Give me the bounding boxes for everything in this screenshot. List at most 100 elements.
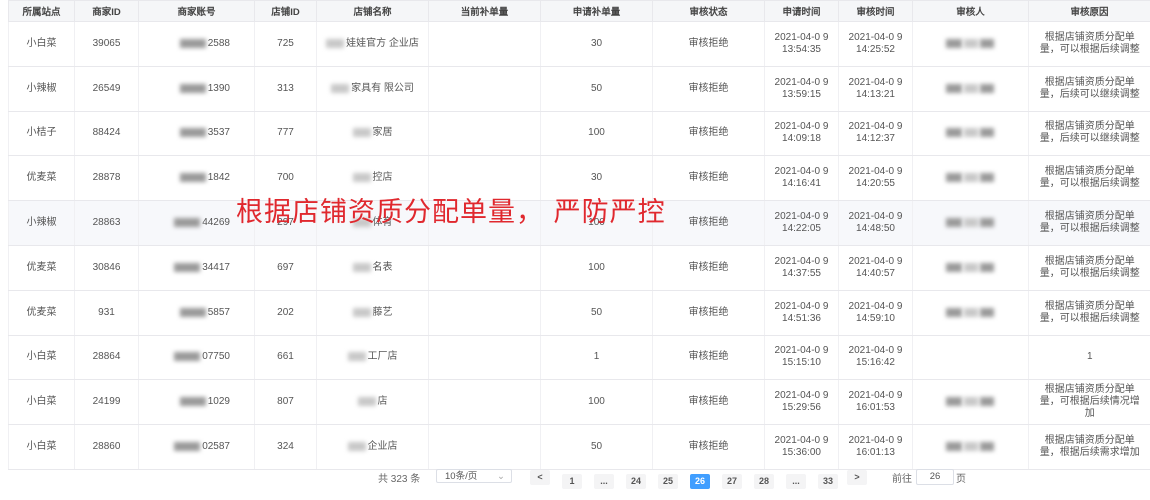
cell-merchant-id: 28864 <box>74 335 139 381</box>
store-name-visible-part: 娃娃官方 企业店 <box>346 37 419 49</box>
pagination: 共 323 条 10条/页 ⌄ < 1... 24 25 26 27 28... 33 > … <box>0 466 1150 489</box>
cell-status: 审核拒绝 <box>652 155 765 202</box>
cell-site: 小辣椒 <box>8 200 75 246</box>
cell-current <box>428 424 541 470</box>
cell-store-id: 324 <box>254 424 317 470</box>
redacted-block <box>979 38 994 48</box>
redacted-block <box>945 441 962 451</box>
cell-status: 审核拒绝 <box>652 424 765 470</box>
cell-current <box>428 66 541 112</box>
cell-merchant-id: 28860 <box>74 424 139 470</box>
cell-review-time: 2021-04-0 9 14:48:50 <box>838 200 913 246</box>
page-button[interactable]: 1 <box>562 474 582 489</box>
cell-status: 审核拒绝 <box>652 66 765 112</box>
cell-current <box>428 335 541 381</box>
cell-site: 小白菜 <box>8 335 75 381</box>
redacted-block <box>352 173 371 183</box>
cell-store-id: 777 <box>254 111 317 157</box>
redacted-block <box>945 173 962 183</box>
cell-reviewer <box>912 66 1029 112</box>
cell-status: 审核拒绝 <box>652 290 765 336</box>
redacted-block <box>963 38 978 48</box>
redacted-block <box>179 307 206 317</box>
account-visible-part: 2588 <box>207 37 230 49</box>
cell-apply-time: 2021-04-0 9 15:15:10 <box>764 335 839 381</box>
redacted-block <box>945 262 962 272</box>
cell-store-id: 807 <box>254 379 317 426</box>
page-button[interactable]: 28 <box>754 474 774 489</box>
goto-page-input[interactable]: 26 <box>916 469 954 485</box>
store-name-visible-part: 店 <box>377 396 388 408</box>
reorder-review-table: 所属站点 商家ID 商家账号 店铺ID 店铺名称 当前补单量 申请补单量 审核状态 申请时间 审核… <box>8 0 1150 470</box>
table-row[interactable]: 优麦菜 30846 34417 697 名表 100 审核拒绝 2021-04-0 9 14:… <box>8 245 1150 291</box>
table-row[interactable]: 小白菜 24199 1029 807 店 100 审核拒绝 2021-04-0 9 15:29… <box>8 379 1150 426</box>
cell-reason: 根据店铺资质分配单量，后续可以继续调整 <box>1028 111 1150 157</box>
prev-page-button[interactable]: < <box>530 470 550 485</box>
cell-store-name: 家具有 限公司 <box>316 66 429 112</box>
redacted-block <box>357 397 376 407</box>
cell-current <box>428 21 541 67</box>
table-row[interactable]: 小白菜 28864 07750 661 工厂店 1 审核拒绝 2021-04-0 9 15:1… <box>8 335 1150 381</box>
cell-status: 审核拒绝 <box>652 335 765 381</box>
redacted-block <box>979 217 994 227</box>
column-header: 商家账号 <box>138 0 255 22</box>
cell-review-time: 2021-04-0 9 14:13:21 <box>838 66 913 112</box>
cell-site: 优麦菜 <box>8 290 75 336</box>
page-button[interactable]: 24 <box>626 474 646 489</box>
goto-page-value: 26 <box>929 471 941 482</box>
cell-site: 小白菜 <box>8 424 75 470</box>
cell-account: 34417 <box>138 245 255 291</box>
cell-merchant-id: 26549 <box>74 66 139 112</box>
cell-review-time: 2021-04-0 9 14:25:52 <box>838 21 913 67</box>
page-ellipsis[interactable]: ... <box>594 474 614 489</box>
redacted-block <box>945 128 962 138</box>
page-button[interactable]: 27 <box>722 474 742 489</box>
store-name-visible-part: 名表 <box>372 261 393 273</box>
chevron-down-icon: ⌄ <box>497 471 505 482</box>
cell-site: 优麦菜 <box>8 155 75 202</box>
redacted-block <box>352 307 371 317</box>
table-row[interactable]: 小辣椒 26549 1390 313 家具有 限公司 50 审核拒绝 2021-04-0 9 … <box>8 66 1150 112</box>
cell-applied: 100 <box>540 245 653 291</box>
cell-store-name: 藤艺 <box>316 290 429 336</box>
column-header: 店铺名称 <box>316 0 429 22</box>
page-button[interactable]: 25 <box>658 474 678 489</box>
table-row[interactable]: 小白菜 39065 2588 725 娃娃官方 企业店 30 审核拒绝 2021-04-0 9… <box>8 21 1150 67</box>
review-list-page: 所属站点 商家ID 商家账号 店铺ID 店铺名称 当前补单量 申请补单量 审核状态 申请时间 审核… <box>0 0 1150 500</box>
cell-reviewer <box>912 200 1029 246</box>
cell-reason: 根据店铺资质分配单量，可以根据后续调整 <box>1028 200 1150 246</box>
column-header: 当前补单量 <box>428 0 541 22</box>
cell-account: 5857 <box>138 290 255 336</box>
column-header: 申请时间 <box>764 0 839 22</box>
redacted-block <box>979 128 994 138</box>
account-visible-part: 44269 <box>202 217 230 229</box>
redacted-block <box>963 128 978 138</box>
cell-review-time: 2021-04-0 9 14:59:10 <box>838 290 913 336</box>
cell-store-name: 店 <box>316 379 429 426</box>
next-page-button[interactable]: > <box>847 470 867 485</box>
table-row[interactable]: 优麦菜 931 5857 202 藤艺 50 审核拒绝 2021-04-0 9 14:51:3… <box>8 290 1150 336</box>
account-visible-part: 02587 <box>202 441 230 453</box>
account-visible-part: 1842 <box>207 172 230 184</box>
cell-site: 小白菜 <box>8 21 75 67</box>
page-ellipsis[interactable]: ... <box>786 474 806 489</box>
overlay-caption: 根据店铺资质分配单量， 严防严控 <box>236 197 666 228</box>
page-size-select[interactable]: 10条/页 ⌄ <box>436 469 512 483</box>
redacted-block <box>326 38 345 48</box>
cell-review-time: 2021-04-0 9 14:12:37 <box>838 111 913 157</box>
cell-applied: 100 <box>540 111 653 157</box>
page-button[interactable]: 33 <box>818 474 838 489</box>
table-row[interactable]: 小白菜 28860 02587 324 企业店 50 审核拒绝 2021-04-0 9 15:… <box>8 424 1150 470</box>
cell-merchant-id: 24199 <box>74 379 139 426</box>
cell-store-id: 725 <box>254 21 317 67</box>
cell-reason: 根据店铺资质分配单量，可以根据后续调整 <box>1028 155 1150 202</box>
account-visible-part: 3537 <box>207 127 230 139</box>
cell-reviewer <box>912 111 1029 157</box>
page-button[interactable]: 26 <box>690 474 710 489</box>
table-row[interactable]: 小桔子 88424 3537 777 家居 100 审核拒绝 2021-04-0 9 14:0… <box>8 111 1150 157</box>
cell-status: 审核拒绝 <box>652 21 765 67</box>
column-header: 审核人 <box>912 0 1029 22</box>
table-body: 小白菜 39065 2588 725 娃娃官方 企业店 30 审核拒绝 2021-04-0 9… <box>8 21 1150 470</box>
redacted-block <box>979 262 994 272</box>
cell-current <box>428 290 541 336</box>
